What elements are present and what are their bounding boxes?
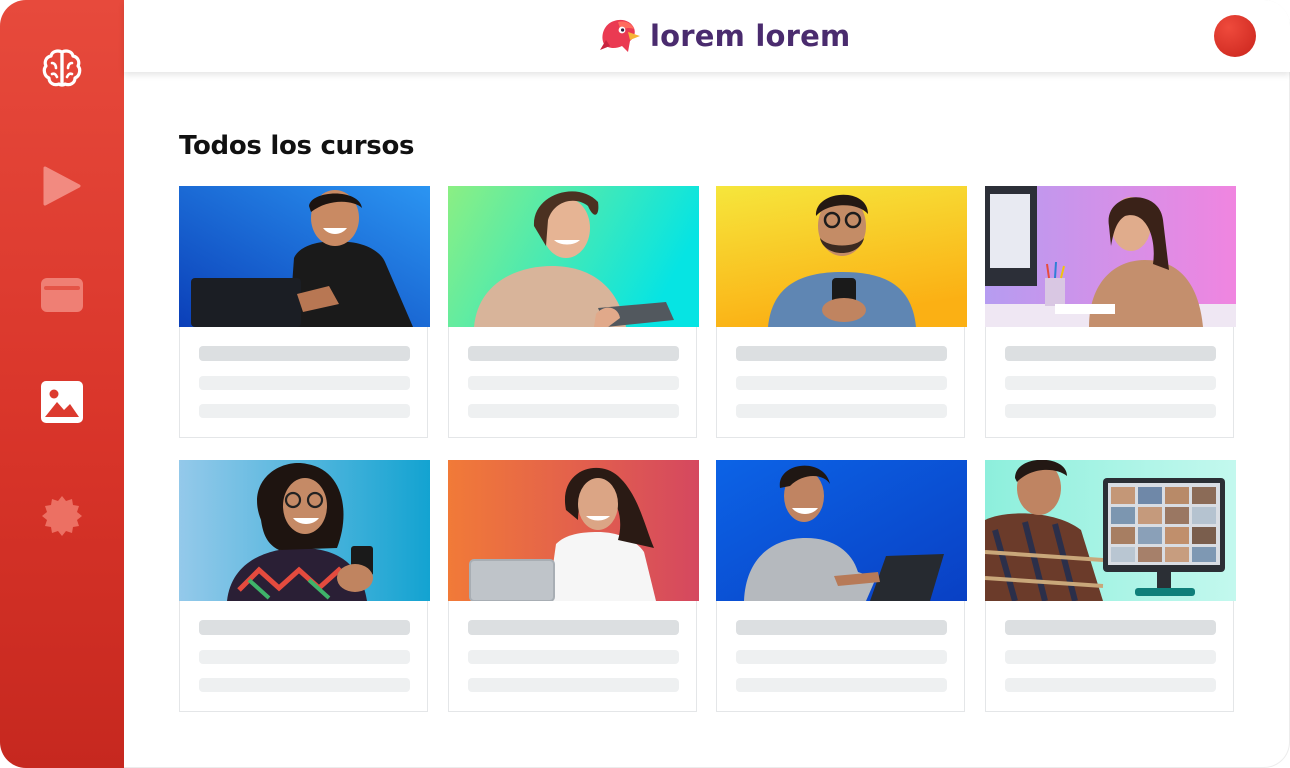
- course-image-woman-tablet: [448, 186, 699, 327]
- course-thumbnail: [179, 460, 430, 601]
- skeleton-line: [199, 650, 410, 664]
- course-image-man-laptop-2: [716, 460, 967, 601]
- skeleton-line: [1005, 376, 1216, 390]
- course-thumbnail: [985, 460, 1236, 601]
- logo[interactable]: lorem lorem: [598, 14, 850, 58]
- skeleton-title: [199, 346, 410, 361]
- play-icon: [43, 166, 81, 206]
- skeleton-line: [1005, 678, 1216, 692]
- course-card[interactable]: [985, 460, 1236, 712]
- skeleton-line: [468, 678, 679, 692]
- course-thumbnail: [716, 186, 967, 327]
- skeleton-title: [468, 346, 679, 361]
- sidebar: [0, 0, 124, 768]
- logo-text: lorem lorem: [650, 19, 851, 53]
- course-image-man-phone: [716, 186, 967, 327]
- course-image-woman-laptop: [448, 460, 699, 601]
- course-image-man-laptop: [179, 186, 430, 327]
- skeleton-title: [199, 620, 410, 635]
- page-title: Todos los cursos: [179, 131, 415, 161]
- skeleton-line: [1005, 404, 1216, 418]
- skeleton-line: [199, 404, 410, 418]
- user-avatar[interactable]: [1214, 15, 1256, 57]
- course-thumbnail: [448, 460, 699, 601]
- course-card[interactable]: [448, 460, 699, 712]
- course-card[interactable]: [716, 186, 967, 438]
- app-window: lorem lorem Todos los cursos: [0, 0, 1290, 768]
- skeleton-line: [736, 404, 947, 418]
- skeleton-title: [736, 620, 947, 635]
- skeleton-line: [468, 404, 679, 418]
- course-thumbnail: [716, 460, 967, 601]
- brain-icon: [42, 49, 82, 87]
- course-thumbnail: [448, 186, 699, 327]
- course-card[interactable]: [985, 186, 1236, 438]
- sidebar-item-image[interactable]: [40, 380, 84, 424]
- course-card[interactable]: [179, 186, 430, 438]
- skeleton-title: [468, 620, 679, 635]
- sidebar-item-play[interactable]: [40, 164, 84, 208]
- skeleton-line: [1005, 650, 1216, 664]
- parrot-logo-icon: [600, 19, 640, 53]
- course-thumbnail: [179, 186, 430, 327]
- skeleton-line: [736, 376, 947, 390]
- skeleton-title: [1005, 620, 1216, 635]
- skeleton-line: [199, 376, 410, 390]
- skeleton-title: [1005, 346, 1216, 361]
- course-card[interactable]: [716, 460, 967, 712]
- image-icon: [41, 381, 83, 423]
- course-card[interactable]: [179, 460, 430, 712]
- course-thumbnail: [985, 186, 1236, 327]
- sidebar-item-wallet[interactable]: [40, 273, 84, 317]
- course-image-woman-drawing: [985, 186, 1236, 327]
- wallet-icon: [41, 278, 83, 312]
- skeleton-title: [736, 346, 947, 361]
- skeleton-line: [468, 376, 679, 390]
- skeleton-line: [468, 650, 679, 664]
- skeleton-line: [736, 678, 947, 692]
- course-card[interactable]: [448, 186, 699, 438]
- course-image-woman-phone: [179, 460, 430, 601]
- sidebar-item-brain[interactable]: [40, 46, 84, 90]
- course-image-man-videocall: [985, 460, 1236, 601]
- skeleton-line: [736, 650, 947, 664]
- badge-icon: [42, 496, 82, 536]
- top-bar: lorem lorem: [124, 0, 1290, 72]
- sidebar-item-badge[interactable]: [40, 494, 84, 538]
- skeleton-line: [199, 678, 410, 692]
